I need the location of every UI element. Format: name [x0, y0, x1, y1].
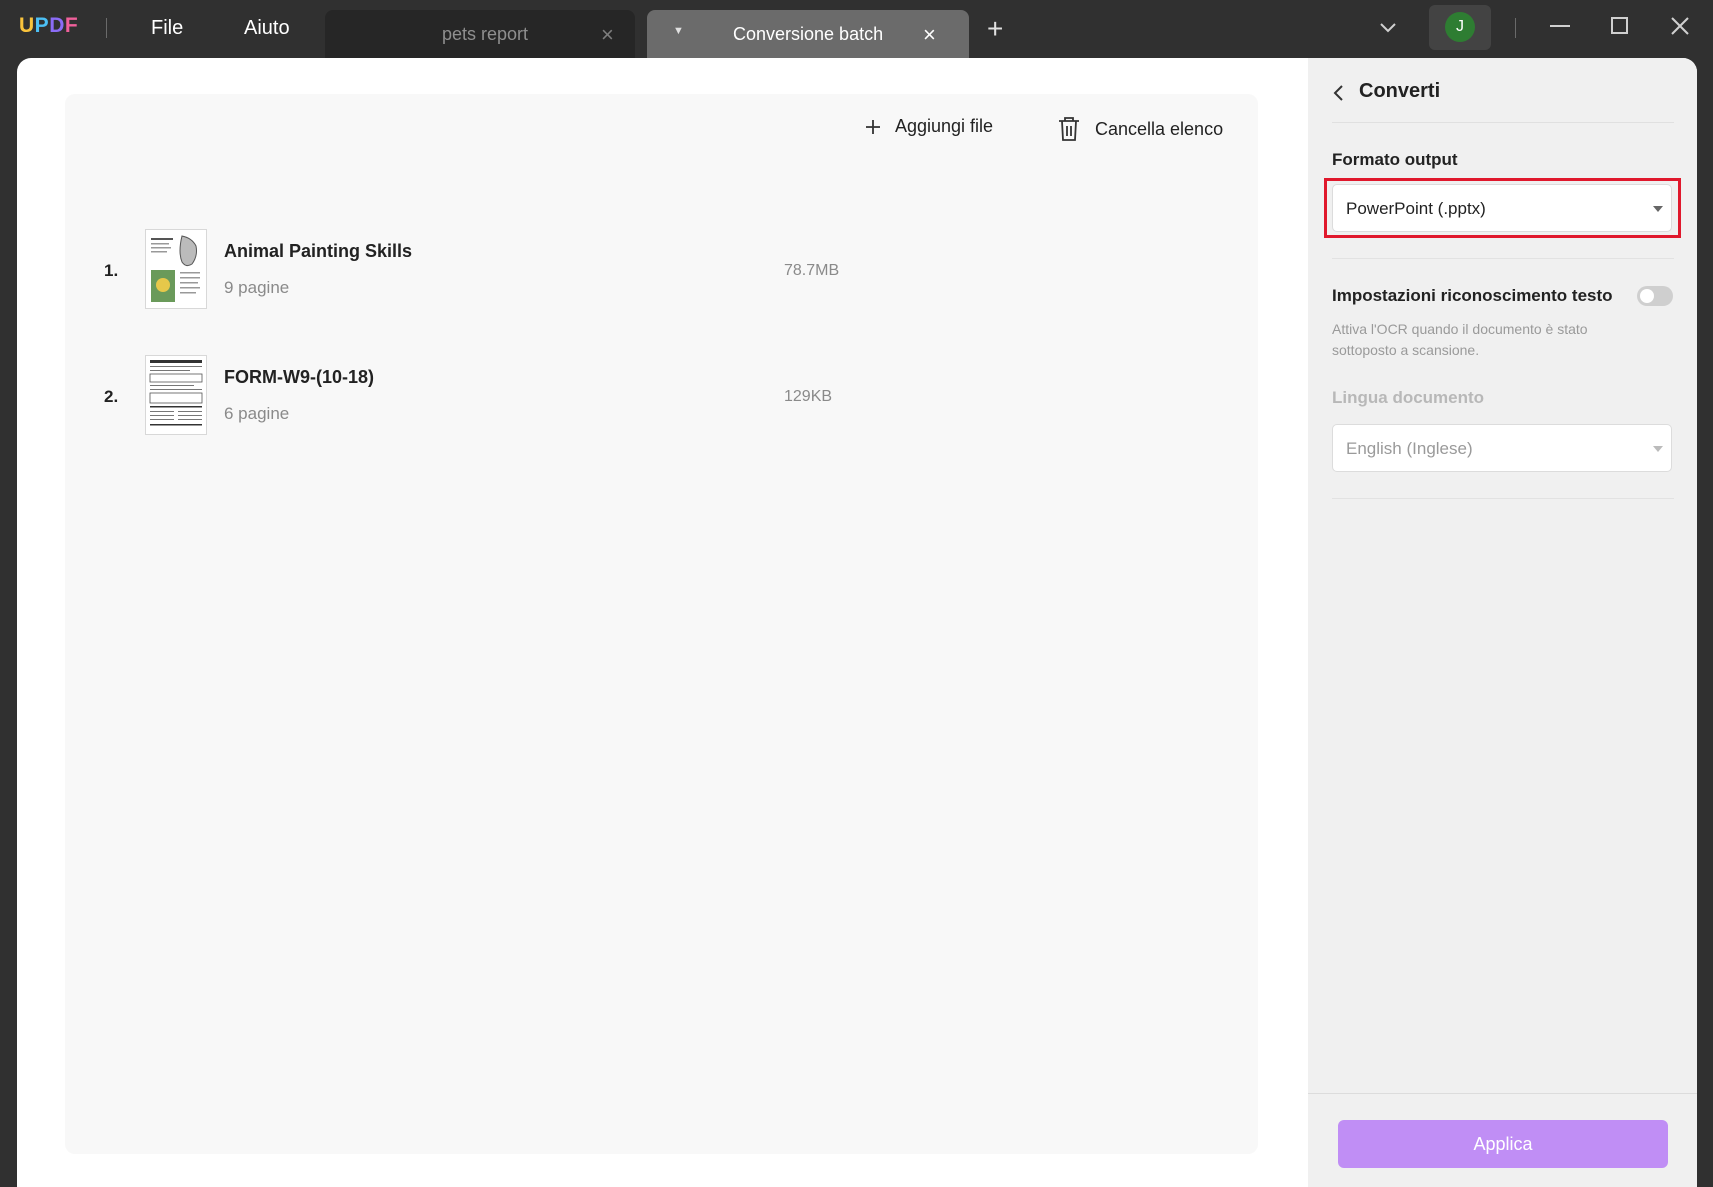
output-format-label: Formato output — [1332, 150, 1458, 169]
footer-divider — [1308, 1093, 1697, 1094]
file-name: FORM-W9-(10-18) — [224, 367, 375, 387]
close-window-icon[interactable] — [1668, 14, 1692, 38]
panel-title: Converti — [1359, 80, 1441, 102]
output-format-select[interactable]: PowerPoint (.pptx) — [1332, 184, 1672, 232]
output-format-value: PowerPoint (.pptx) — [1346, 199, 1486, 218]
file-pages: 6 pagine — [224, 404, 290, 423]
clear-list-button[interactable]: Cancella elenco — [1057, 116, 1223, 142]
divider — [1332, 258, 1674, 259]
file-index: 2. — [104, 387, 119, 406]
title-bar: UPDF File Aiuto pets report × ▼ Conversi… — [0, 0, 1713, 58]
menu-help[interactable]: Aiuto — [244, 17, 290, 40]
document-language-label: Lingua documento — [1332, 388, 1485, 407]
clear-list-label: Cancella elenco — [1095, 118, 1224, 139]
file-name: Animal Painting Skills — [224, 241, 413, 261]
trash-icon — [1059, 117, 1079, 141]
account-button[interactable]: J — [1429, 5, 1491, 50]
file-row[interactable]: 2. FORM-W9-(10-18) 6 pagine 129KB — [65, 355, 1258, 445]
document-language-value: English (Inglese) — [1346, 439, 1473, 458]
close-icon[interactable]: × — [923, 22, 936, 48]
caret-down-icon — [1653, 446, 1663, 452]
avatar: J — [1445, 12, 1475, 42]
title-divider — [106, 18, 107, 38]
app-logo: UPDF — [19, 14, 79, 37]
file-row[interactable]: 1. Animal Painting Skills 9 pagine 78.7M… — [65, 229, 1258, 319]
ocr-settings-label: Impostazioni riconoscimento testo — [1332, 286, 1613, 305]
apply-button[interactable]: Applica — [1338, 1120, 1668, 1168]
tab-label: pets report — [442, 24, 529, 44]
panel-header: Converti — [1332, 80, 1674, 123]
ocr-hint: Attiva l'OCR quando il documento è stato… — [1332, 321, 1588, 358]
document-language-select[interactable]: English (Inglese) — [1332, 424, 1672, 472]
menu-file[interactable]: File — [151, 17, 183, 40]
plus-icon — [866, 119, 880, 134]
close-icon[interactable]: × — [601, 22, 614, 48]
tab-pets-report[interactable]: pets report × — [325, 10, 635, 58]
file-size: 129KB — [784, 388, 833, 405]
add-file-label: Aggiungi file — [895, 116, 994, 136]
divider — [1332, 498, 1674, 499]
caret-down-icon — [1653, 206, 1663, 212]
file-index: 1. — [104, 261, 119, 280]
new-tab-button[interactable]: + — [987, 15, 1003, 43]
file-pages: 9 pagine — [224, 278, 290, 297]
tab-label: Conversione batch — [733, 24, 884, 44]
ocr-toggle[interactable] — [1637, 286, 1673, 306]
chevron-down-icon[interactable] — [1378, 18, 1398, 38]
maximize-icon[interactable] — [1608, 14, 1632, 38]
caret-down-icon[interactable]: ▼ — [673, 25, 684, 37]
file-list-panel: Aggiungi file Cancella elenco 1. Animal … — [65, 94, 1258, 1154]
convert-settings-panel: Converti Formato output PowerPoint (.ppt… — [1308, 58, 1697, 1187]
tab-batch-conversion[interactable]: ▼ Conversione batch × — [647, 10, 969, 58]
toggle-knob — [1640, 289, 1654, 303]
add-file-button[interactable]: Aggiungi file — [865, 116, 993, 137]
batch-conversion-window: Aggiungi file Cancella elenco 1. Animal … — [17, 58, 1697, 1187]
file-thumbnail — [145, 355, 207, 435]
minimize-icon[interactable] — [1548, 14, 1572, 38]
title-divider — [1515, 18, 1516, 38]
back-arrow-icon[interactable] — [1332, 84, 1346, 102]
file-size: 78.7MB — [784, 262, 840, 279]
file-thumbnail — [145, 229, 207, 309]
